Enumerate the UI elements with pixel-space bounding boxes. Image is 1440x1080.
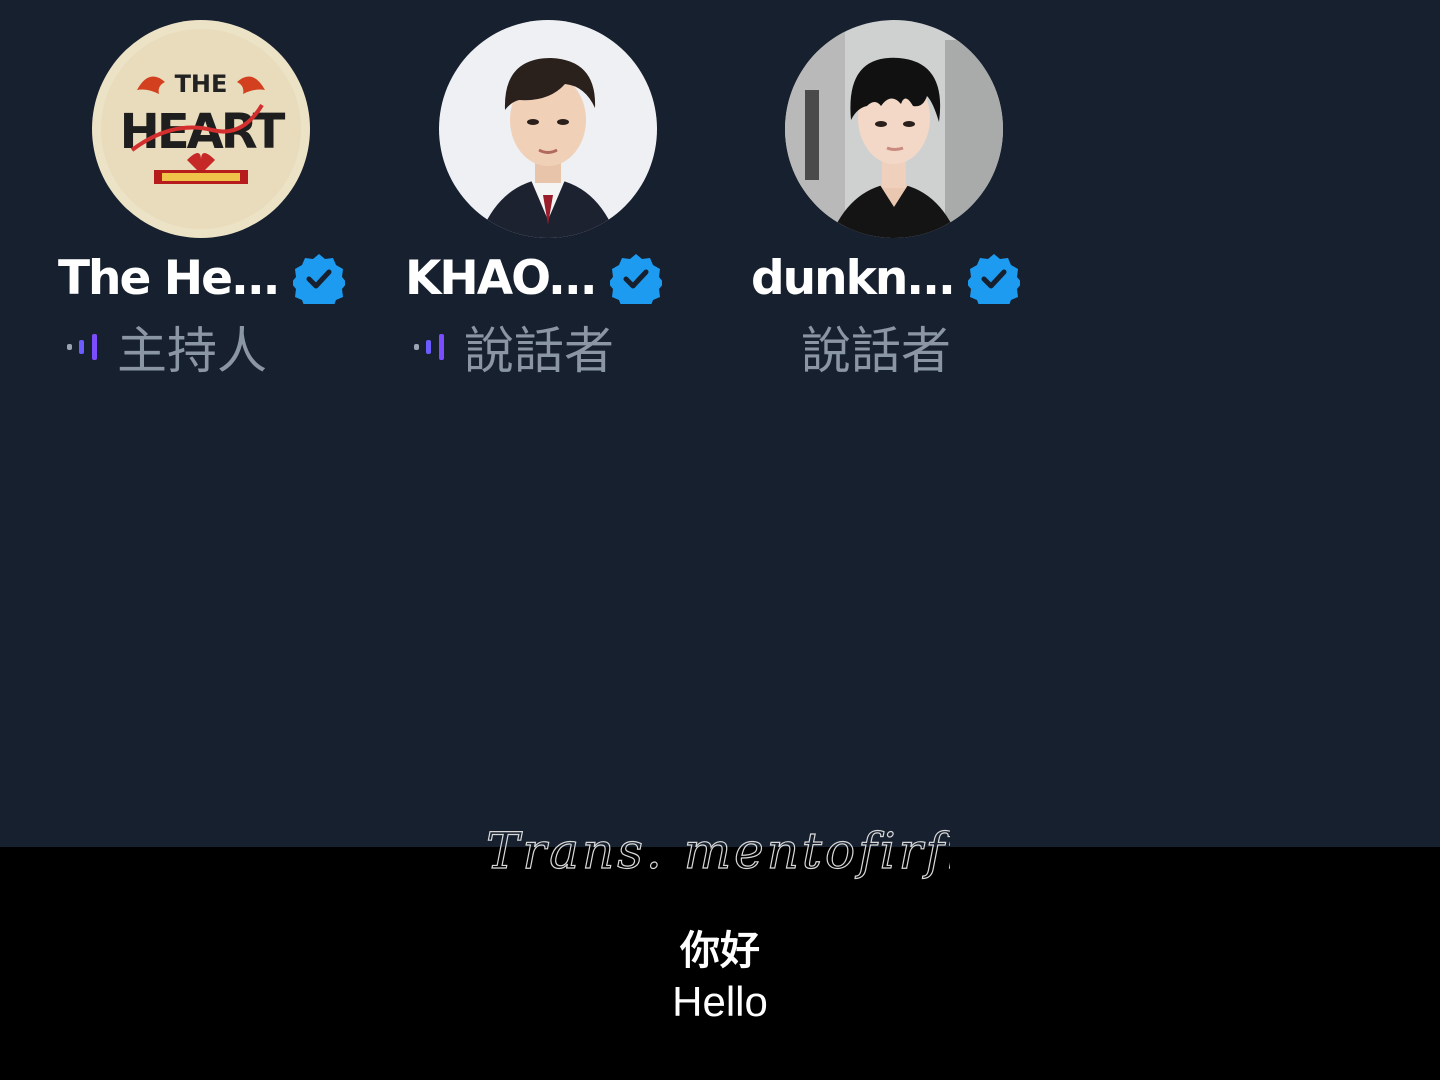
dunk-name-row: dunkn...: [751, 248, 1020, 308]
subtitle-chinese: 你好: [680, 928, 760, 974]
speaker-dunk[interactable]: dunkn... 說話者: [743, 20, 1043, 400]
khao-avatar[interactable]: [439, 20, 657, 238]
subtitle-english: Hello: [672, 978, 768, 1025]
svg-text:THE: THE: [175, 70, 228, 98]
verified-badge-icon: [609, 254, 662, 304]
verified-badge-icon: [292, 254, 345, 304]
dunk-role-row: 說話者: [801, 316, 951, 380]
speaker-name: dunkn...: [751, 250, 956, 306]
speaker-role: 說話者: [464, 322, 614, 380]
speaking-wave-icon: [414, 334, 444, 360]
verified-badge-icon: [967, 254, 1020, 304]
translator-watermark: Trans. mentofirfir: [485, 821, 950, 880]
speaking-wave-icon: [67, 334, 97, 360]
space-speakers-panel: THE HEART The He... 主持人 KHAO... 說話者 dunk…: [0, 0, 1440, 847]
person-photo: [785, 20, 1003, 238]
speaker-role: 主持人: [117, 322, 267, 380]
khao-name-row: KHAO...: [405, 248, 662, 308]
host-avatar[interactable]: THE HEART: [92, 20, 310, 238]
person-photo: [439, 20, 657, 238]
speaker-host[interactable]: THE HEART The He... 主持人: [50, 20, 350, 400]
svg-text:HEART: HEART: [120, 104, 286, 160]
video-frame: THE HEART The He... 主持人 KHAO... 說話者 dunk…: [0, 0, 1440, 1080]
host-role-row: 主持人: [65, 316, 267, 380]
svg-text:Trans. mentofirfir: Trans. mentofirfir: [486, 822, 950, 880]
speaker-name: The He...: [58, 250, 281, 306]
dunk-avatar[interactable]: [785, 20, 1003, 238]
speaker-name: KHAO...: [405, 250, 598, 306]
the-heart-logo-image: THE HEART: [92, 20, 310, 238]
khao-role-row: 說話者: [412, 316, 614, 380]
host-name-row: The He...: [58, 248, 345, 308]
speaker-khao[interactable]: KHAO... 說話者: [397, 20, 697, 400]
speaker-role: 說話者: [801, 322, 951, 380]
